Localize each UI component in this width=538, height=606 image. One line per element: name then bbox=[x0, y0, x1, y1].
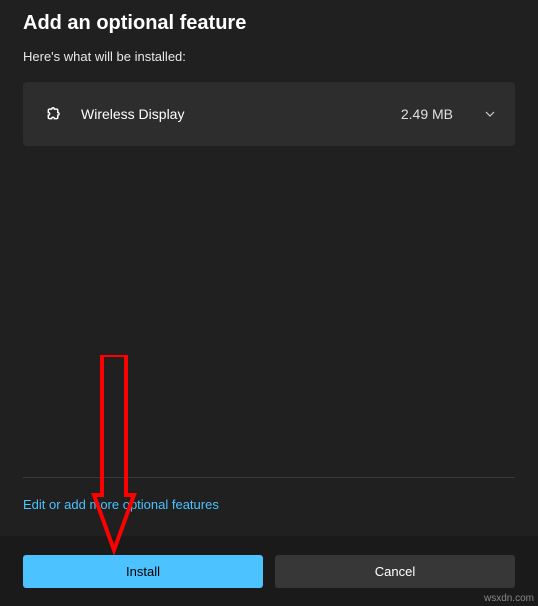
feature-name: Wireless Display bbox=[81, 106, 381, 122]
chevron-down-icon bbox=[483, 107, 497, 121]
cancel-button[interactable]: Cancel bbox=[275, 555, 515, 588]
divider bbox=[23, 477, 515, 478]
watermark: wsxdn.com bbox=[484, 593, 534, 604]
annotation-arrow bbox=[90, 355, 140, 555]
dialog-footer: Install Cancel bbox=[0, 536, 538, 606]
feature-row[interactable]: Wireless Display 2.49 MB bbox=[23, 82, 515, 146]
puzzle-icon bbox=[41, 104, 61, 124]
edit-features-link[interactable]: Edit or add more optional features bbox=[23, 497, 219, 512]
dialog-title: Add an optional feature bbox=[23, 12, 515, 35]
feature-size: 2.49 MB bbox=[401, 106, 453, 122]
install-button[interactable]: Install bbox=[23, 555, 263, 588]
dialog-subtitle: Here's what will be installed: bbox=[23, 49, 515, 64]
